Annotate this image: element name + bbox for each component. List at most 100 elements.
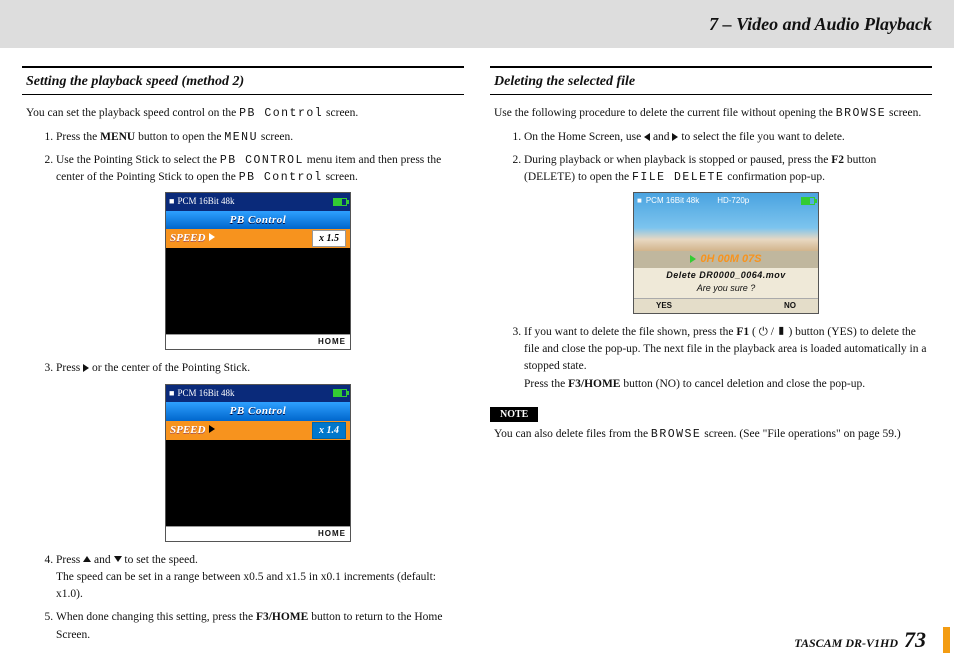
battery-icon	[333, 389, 347, 397]
intro-right: Use the following procedure to delete th…	[494, 105, 932, 123]
speed-value: x 1.4	[312, 422, 346, 439]
text: The speed can be set in a range between …	[56, 571, 436, 600]
steps-left: Press the MENU button to open the MENU s…	[22, 129, 464, 644]
left-column: Setting the playback speed (method 2) Yo…	[22, 66, 464, 652]
shot-title: PB Control	[166, 402, 350, 421]
bold-text: MENU	[100, 131, 135, 143]
battery-icon	[333, 198, 347, 206]
mono-text: FILE DELETE	[632, 171, 724, 184]
content-columns: Setting the playback speed (method 2) Yo…	[0, 66, 954, 652]
intro-left: You can set the playback speed control o…	[26, 105, 464, 123]
record-icon: ■	[169, 387, 174, 401]
format-text: PCM 16Bit 48k	[177, 195, 234, 209]
mono-text: PB Control	[239, 171, 323, 184]
up-arrow-icon	[83, 556, 91, 562]
text: screen.	[323, 107, 358, 119]
mono-text: BROWSE	[651, 428, 701, 441]
yes-button[interactable]: YES	[656, 300, 672, 312]
text: button (NO) to cancel deletion and close…	[620, 378, 865, 390]
step-2: Use the Pointing Stick to select the PB …	[56, 152, 464, 351]
text: Use the Pointing Stick to select the	[56, 154, 220, 166]
resolution-text: HD-720p	[717, 195, 749, 207]
right-arrow-icon	[672, 133, 678, 141]
shot-footer: HOME	[166, 334, 350, 349]
battery-icon	[801, 197, 815, 205]
step-3: If you want to delete the file shown, pr…	[524, 324, 932, 393]
text: Press the	[524, 378, 568, 390]
timecode-text: 0H 00M 07S	[700, 253, 761, 265]
popup-question: Are you sure ?	[634, 282, 818, 296]
text: confirmation pop-up.	[724, 171, 825, 183]
speed-label: SPEED	[170, 230, 205, 247]
device-screenshot-1: ■ PCM 16Bit 48k PB Control SPEED x 1.5 H…	[165, 192, 351, 350]
text: screen.	[258, 131, 293, 143]
device-screenshot-2: ■ PCM 16Bit 48k PB Control SPEED x 1.4 H…	[165, 384, 351, 542]
step-5: When done changing this setting, press t…	[56, 609, 464, 644]
bold-text: F1	[736, 326, 749, 338]
step-2: During playback or when playback is stop…	[524, 152, 932, 314]
step-4: Press and to set the speed. The speed ca…	[56, 552, 464, 604]
bold-text: F3/HOME	[256, 611, 308, 623]
popup-filename: Delete DR0000_0064.mov	[634, 269, 818, 283]
format-text: PCM 16Bit 48k	[646, 195, 699, 207]
product-name: TASCAM DR-V1HD	[794, 636, 898, 651]
record-icon: ■	[169, 195, 174, 209]
mono-text: PB CONTROL	[220, 154, 304, 167]
speed-value: x 1.5	[312, 230, 346, 247]
right-column: Deleting the selected file Use the follo…	[490, 66, 932, 652]
rule-thin	[490, 94, 932, 95]
edge-tab	[943, 627, 950, 653]
step-3: Press or the center of the Pointing Stic…	[56, 360, 464, 541]
text: You can also delete files from the	[494, 428, 651, 440]
shot-body	[166, 440, 350, 526]
chapter-title: 7 – Video and Audio Playback	[709, 14, 932, 35]
text: When done changing this setting, press t…	[56, 611, 256, 623]
text: screen. (See "File operations" on page 5…	[701, 428, 900, 440]
note-text: You can also delete files from the BROWS…	[494, 426, 932, 444]
bold-text: F3/HOME	[568, 378, 620, 390]
text: If you want to delete the file shown, pr…	[524, 326, 736, 338]
right-arrow-icon	[83, 364, 89, 372]
mono-text: BROWSE	[836, 107, 886, 120]
shot-title: PB Control	[166, 211, 350, 230]
format-text: PCM 16Bit 48k	[177, 387, 234, 401]
text: button to open the	[135, 131, 224, 143]
shot-footer: HOME	[166, 526, 350, 541]
play-icon	[209, 233, 215, 241]
down-arrow-icon	[114, 556, 122, 562]
page-number: 73	[904, 627, 926, 653]
play-icon	[209, 425, 215, 433]
record-icon: ■	[637, 195, 642, 207]
mono-text: PB Control	[239, 107, 323, 120]
shot-body	[166, 248, 350, 334]
rule	[490, 66, 932, 68]
steps-right: On the Home Screen, use and to select th…	[490, 129, 932, 393]
text: Press the	[56, 131, 100, 143]
text: screen.	[323, 171, 358, 183]
text: You can set the playback speed control o…	[26, 107, 239, 119]
speed-row: SPEED x 1.4	[166, 421, 350, 440]
text: screen.	[886, 107, 921, 119]
rule-thin	[22, 94, 464, 95]
no-button[interactable]: NO	[784, 300, 796, 312]
bar-icon: ▮	[777, 326, 786, 338]
step-1: Press the MENU button to open the MENU s…	[56, 129, 464, 146]
speed-row: SPEED x 1.5	[166, 229, 350, 248]
rule	[22, 66, 464, 68]
left-arrow-icon	[644, 133, 650, 141]
shot-statusbar: ■ PCM 16Bit 48k	[166, 385, 350, 403]
step-1: On the Home Screen, use and to select th…	[524, 129, 932, 146]
speed-label: SPEED	[170, 422, 205, 439]
text: Use the following procedure to delete th…	[494, 107, 836, 119]
device-screenshot-delete: ■ PCM 16Bit 48k HD-720p 0H 00M 07S --- F…	[633, 192, 819, 314]
play-icon	[690, 255, 696, 263]
mono-text: MENU	[224, 131, 258, 144]
power-icon: ⏻	[759, 326, 768, 338]
shot-statusbar: ■ PCM 16Bit 48k	[166, 193, 350, 211]
section-title-left: Setting the playback speed (method 2)	[26, 74, 464, 90]
bold-text: F2	[831, 154, 844, 166]
shot-statusbar: ■ PCM 16Bit 48k HD-720p	[634, 193, 818, 209]
header-band: 7 – Video and Audio Playback	[0, 0, 954, 48]
section-title-right: Deleting the selected file	[494, 74, 932, 90]
timecode: 0H 00M 07S	[634, 251, 818, 268]
